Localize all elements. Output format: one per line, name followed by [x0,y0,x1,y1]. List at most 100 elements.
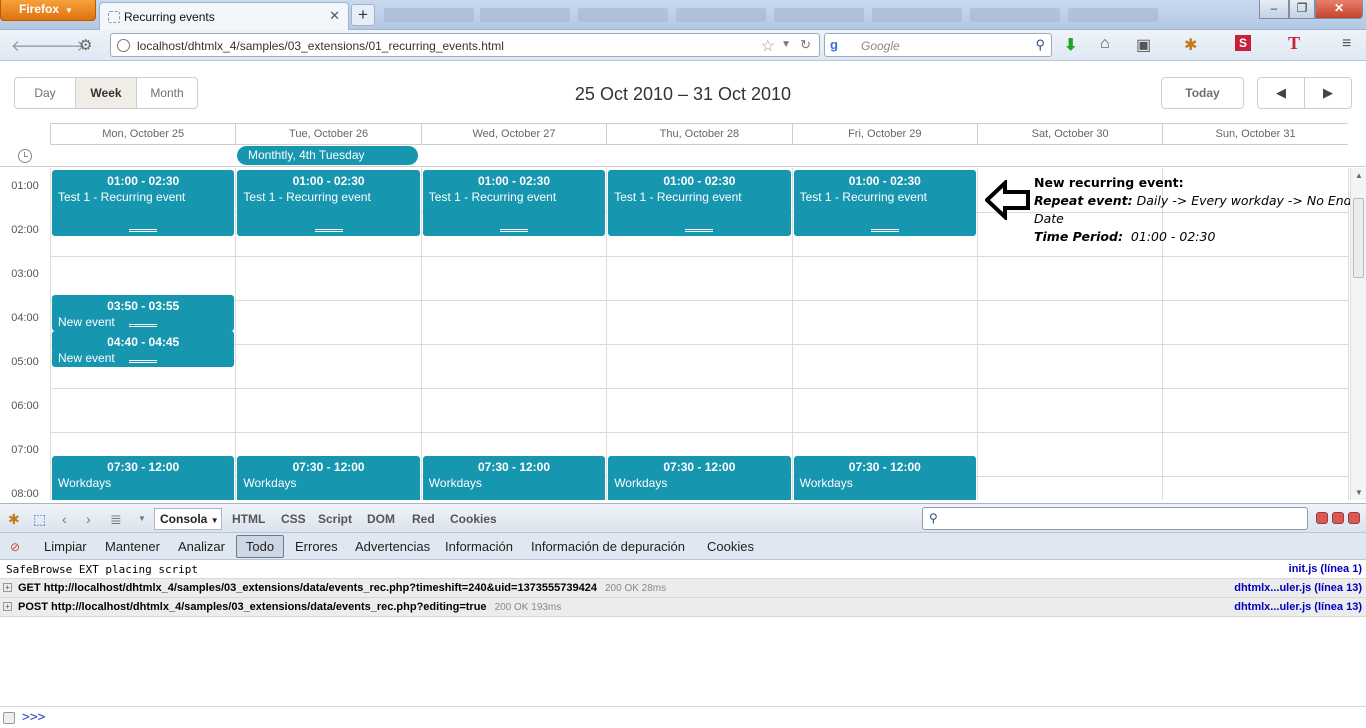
day-column-header[interactable]: Sat, October 30 [976,124,1162,144]
resize-handle[interactable] [129,360,158,364]
firebug-icon[interactable]: ✱ [8,511,20,528]
filter-clear[interactable]: Limpiar [44,539,87,554]
window-close-button[interactable]: ✕ [1315,0,1363,19]
scroll-up-icon[interactable]: ▲ [1355,171,1363,180]
filter-all[interactable]: Todo [236,535,284,558]
window-maximize-button[interactable]: ❐ [1289,0,1315,19]
close-tab-icon[interactable]: ✕ [329,8,340,24]
next-week-button[interactable]: ▶ [1305,78,1351,108]
background-tab[interactable] [384,8,474,22]
resize-handle[interactable] [314,229,343,232]
background-tab[interactable] [1068,8,1158,22]
stumble-icon[interactable]: S [1235,35,1251,51]
filter-persist[interactable]: Mantener [105,539,160,554]
calendar-event[interactable]: 01:00 - 02:30 Test 1 - Recurring event [793,170,976,236]
bookmark-star-icon[interactable]: ☆ [761,36,775,56]
resize-handle[interactable] [870,229,899,232]
inspect-icon[interactable]: ⬚ [33,511,46,528]
home-icon[interactable]: ⌂ [1100,35,1110,53]
resize-handle[interactable] [499,229,528,232]
day-column-header[interactable]: Thu, October 28 [606,124,791,144]
scroll-thumb[interactable] [1353,198,1364,278]
calendar-event[interactable]: 01:00 - 02:30 Test 1 - Recurring event [237,170,420,236]
tab-css[interactable]: CSS [281,512,306,526]
calendar-event[interactable]: 04:40 - 04:45 New event [52,331,235,368]
calendar-event[interactable]: 01:00 - 02:30 Test 1 - Recurring event [422,170,606,236]
command-editor-icon[interactable] [3,712,15,724]
scheduler-scrollbar[interactable]: ▲ ▼ [1350,168,1366,500]
calendar-event[interactable]: 07:30 - 12:00 Workdays [237,456,420,500]
resize-handle[interactable] [129,229,158,232]
refresh-icon[interactable]: ↻ [800,37,811,53]
log-row[interactable]: + POST http://localhost/dhtmlx_4/samples… [0,598,1366,617]
resize-handle[interactable] [685,229,714,232]
minimize-icon[interactable] [1316,512,1328,524]
scroll-down-icon[interactable]: ▼ [1355,488,1363,497]
background-tab[interactable] [578,8,668,22]
firefox-menu-button[interactable]: Firefox ▼ [0,0,96,21]
background-tab[interactable] [970,8,1060,22]
address-bar[interactable]: localhost/dhtmlx_4/samples/03_extensions… [110,33,820,57]
log-source-link[interactable]: dhtmlx...uler.js (línea 13) [1234,582,1362,594]
download-icon[interactable]: ⬇ [1064,35,1077,55]
background-tab[interactable] [774,8,864,22]
background-tab[interactable] [676,8,766,22]
tab-dom[interactable]: DOM [367,512,395,526]
search-icon[interactable]: ⚲ [1035,37,1045,53]
calendar-event[interactable]: 07:30 - 12:00 Workdays [422,456,606,500]
close-icon[interactable] [1348,512,1360,524]
log-source-link[interactable]: dhtmlx...uler.js (línea 13) [1234,601,1362,613]
chevron-down-icon[interactable]: ▼ [138,514,146,523]
resize-handle[interactable] [129,323,158,327]
window-minimize-button[interactable]: – [1259,0,1289,19]
event-title: Test 1 - Recurring event [799,190,927,204]
translate-icon[interactable]: T [1288,33,1300,54]
day-column-header[interactable]: Tue, October 26 [235,124,420,144]
tab-html[interactable]: HTML [232,512,265,526]
expand-icon[interactable]: + [3,583,12,592]
tab-cookies[interactable]: Cookies [450,512,497,526]
addon-icon[interactable]: ⚙ [79,36,92,54]
calendar-event[interactable]: 07:30 - 12:00 Workdays [52,456,235,500]
chevron-down-icon[interactable]: ▼ [781,39,791,50]
detach-icon[interactable] [1332,512,1344,524]
day-column-header[interactable]: Sun, October 31 [1162,124,1347,144]
multiday-event[interactable]: Monthtly, 4th Tuesday [237,146,418,165]
browser-tab[interactable]: Recurring events ✕ [99,2,349,30]
command-line[interactable]: >>> [0,706,1366,728]
tab-script[interactable]: Script [318,512,352,526]
filter-debug[interactable]: Información de depuración [531,539,685,554]
new-tab-button[interactable]: + [351,4,375,26]
day-column-header[interactable]: Fri, October 29 [791,124,977,144]
today-button[interactable]: Today [1161,77,1244,109]
log-source-link[interactable]: init.js (línea 1) [1289,563,1362,575]
console-tab[interactable]: Consola ▼ [154,508,222,530]
day-column-header[interactable]: Wed, October 27 [420,124,606,144]
firebug-search-input[interactable]: ⚲ [922,507,1308,530]
filter-info[interactable]: Información [445,539,513,554]
forward-arrow-icon[interactable]: › [86,511,91,527]
calendar-event[interactable]: 01:00 - 02:30 Test 1 - Recurring event [608,170,791,236]
firebug-icon[interactable]: ✱ [1184,35,1197,55]
filter-cookies[interactable]: Cookies [707,539,754,554]
calendar-event[interactable]: 03:50 - 03:55 New event [52,294,235,331]
day-column-header[interactable]: Mon, October 25 [50,124,235,144]
clear-console-icon[interactable]: ⊘ [10,540,20,554]
prev-week-button[interactable]: ◀ [1258,78,1305,108]
calendar-event[interactable]: 01:00 - 02:30 Test 1 - Recurring event [52,170,235,236]
filter-profile[interactable]: Analizar [178,539,225,554]
expand-icon[interactable]: + [3,602,12,611]
log-row[interactable]: + GET http://localhost/dhtmlx_4/samples/… [0,579,1366,598]
filter-warnings[interactable]: Advertencias [355,539,430,554]
background-tab[interactable] [872,8,962,22]
bookmarks-icon[interactable]: ▣ [1136,35,1151,55]
menu-icon[interactable]: ≡ [1342,35,1351,53]
calendar-event[interactable]: 07:30 - 12:00 Workdays [608,456,791,500]
calendar-event[interactable]: 07:30 - 12:00 Workdays [793,456,976,500]
back-arrow-icon[interactable]: ‹ [62,511,67,527]
background-tab[interactable] [480,8,570,22]
list-icon[interactable]: ≣ [110,511,122,528]
filter-errors[interactable]: Errores [295,539,338,554]
search-bar[interactable]: g Google ⚲ [824,33,1052,57]
tab-net[interactable]: Red [412,512,435,526]
